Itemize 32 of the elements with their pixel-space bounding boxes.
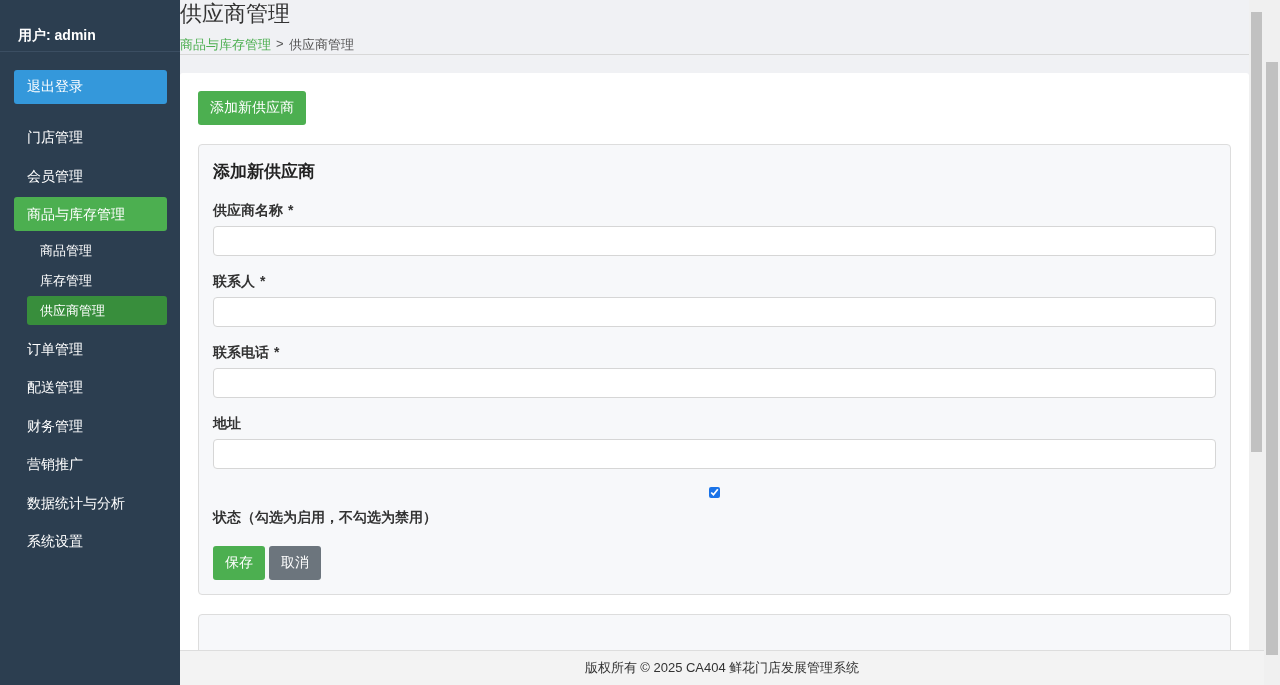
footer-text: 版权所有 © 2025 CA404 鲜花门店发展管理系统 [584, 659, 860, 677]
scrollbar[interactable] [1264, 0, 1280, 685]
input-field[interactable] [213, 226, 1216, 256]
input-field[interactable] [213, 368, 1216, 398]
breadcrumb-current: 供应商管理 [288, 36, 354, 54]
cancel-button[interactable]: 取消 [269, 546, 321, 580]
nav-item[interactable]: 数据统计与分析 [14, 485, 167, 520]
breadcrumb-separator: > [276, 36, 284, 53]
nav-item[interactable]: 系统设置 [14, 524, 167, 558]
nav-item[interactable]: 财务管理 [14, 408, 167, 443]
nav-item[interactable]: 门店管理 [14, 120, 167, 154]
nav-subitem[interactable]: 库存管理 [27, 265, 167, 295]
nav-subitem[interactable]: 商品管理 [27, 235, 167, 265]
field-label: 供应商名称 [213, 201, 283, 220]
field-label: 地址 [213, 414, 241, 433]
field-label: 联系人 [213, 272, 255, 291]
nav-item[interactable]: 营销推广 [14, 447, 167, 481]
nav-item[interactable]: 配送管理 [14, 370, 167, 404]
required-mark: * [288, 201, 294, 220]
nav-subitem[interactable]: 供应商管理 [27, 295, 167, 325]
field-label: 联系电话 [213, 343, 269, 362]
nav-item[interactable]: 订单管理 [14, 331, 167, 366]
required-mark: * [260, 272, 266, 291]
input-field[interactable] [213, 439, 1216, 469]
scrollbar[interactable] [1249, 0, 1264, 650]
form-title: 添加新供应商 [213, 161, 316, 183]
nav-item[interactable]: 会员管理 [14, 158, 167, 193]
page-title: 供应商管理 [180, 0, 291, 28]
status-checkbox[interactable] [709, 487, 720, 498]
required-mark: * [274, 343, 280, 362]
input-field[interactable] [213, 297, 1216, 327]
status-label: 状态（勾选为启用，不勾选为禁用） [213, 508, 438, 527]
